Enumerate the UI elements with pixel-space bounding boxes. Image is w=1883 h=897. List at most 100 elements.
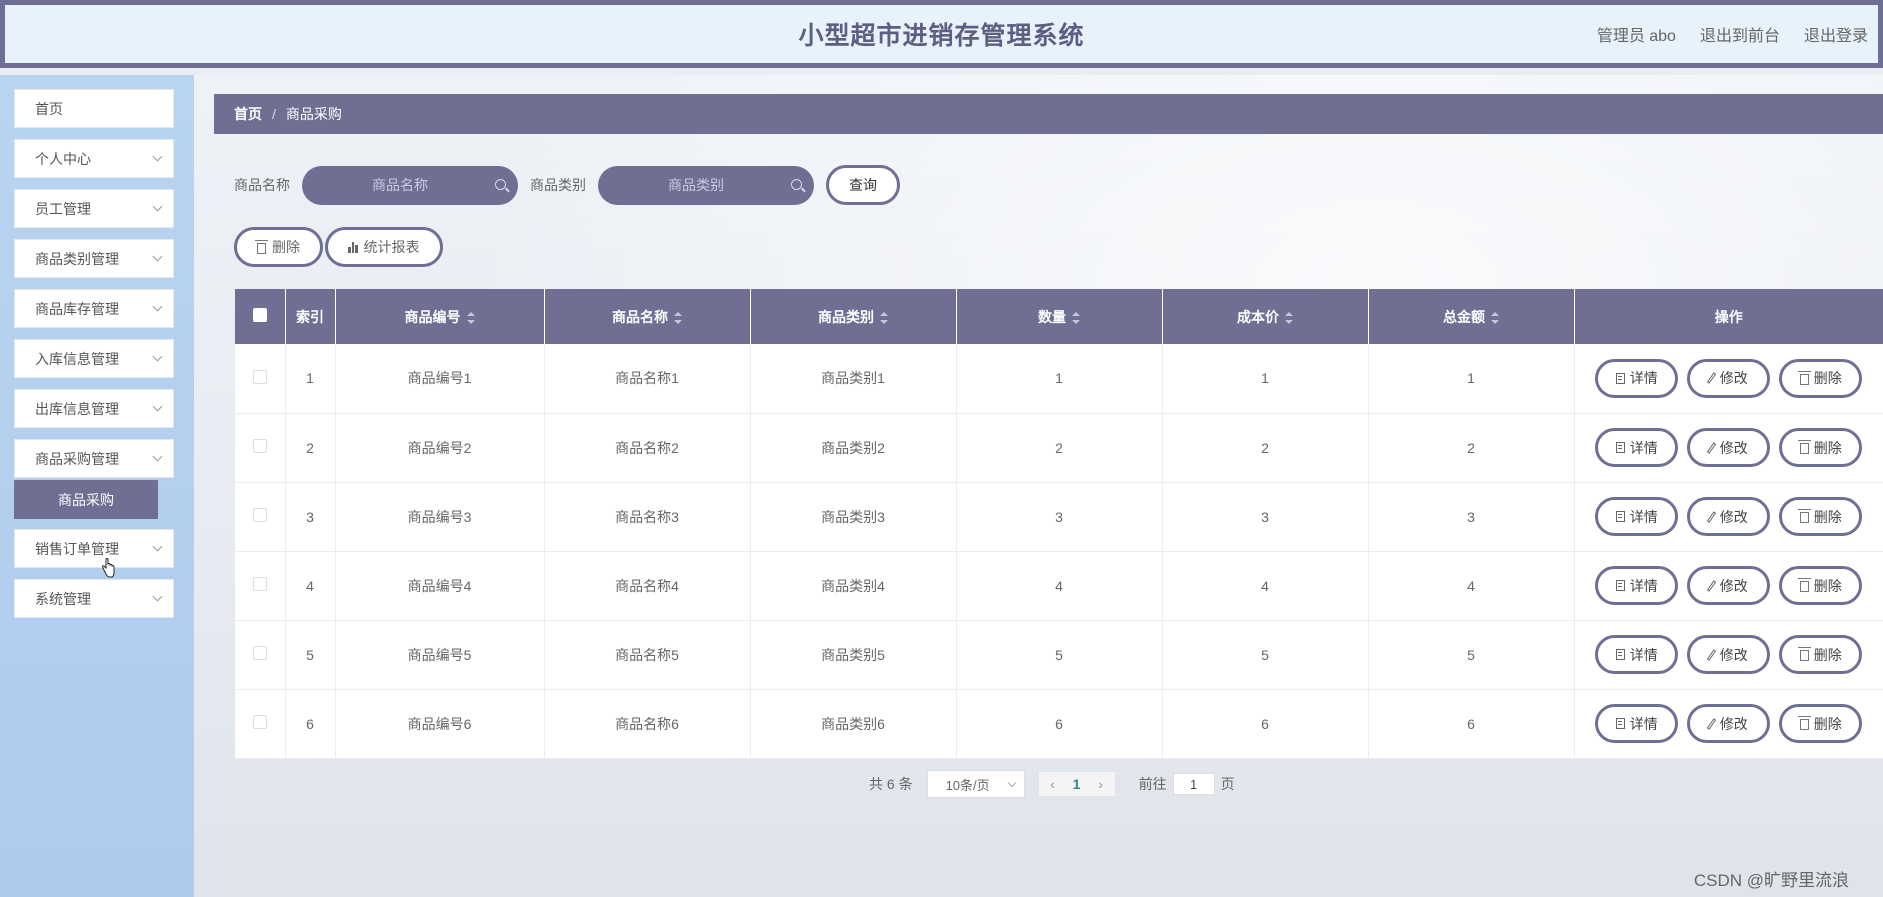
sidebar-item-staff[interactable]: 员工管理	[14, 189, 174, 228]
sidebar-item-purchase[interactable]: 商品采购管理	[14, 439, 174, 478]
trash-icon	[1797, 509, 1811, 523]
sidebar-item-sales-orders[interactable]: 销售订单管理	[14, 529, 174, 568]
column-header-name[interactable]: 商品名称	[544, 289, 751, 344]
delete-button[interactable]: 删除	[1779, 704, 1863, 743]
sort-icon[interactable]	[1072, 311, 1080, 324]
column-header-total[interactable]: 总金额	[1368, 289, 1575, 344]
detail-button[interactable]: 详情	[1595, 635, 1679, 674]
column-header-actions: 操作	[1574, 289, 1883, 344]
column-header-label: 商品名称	[612, 308, 668, 325]
detail-button[interactable]: 详情	[1595, 428, 1679, 467]
edit-label: 修改	[1719, 508, 1748, 525]
sidebar-item-stock-in[interactable]: 入库信息管理	[14, 339, 174, 378]
current-user-label: 管理员 abo	[1596, 28, 1676, 45]
column-header-quantity[interactable]: 数量	[956, 289, 1163, 344]
column-header-code[interactable]: 商品编号	[335, 289, 545, 344]
watermark: CSDN @旷野里流浪	[1693, 871, 1849, 890]
purchase-table: 索引 商品编号 商品名称 商品类别 数量 成本价 总金额 操作 1 商品编号1 …	[235, 289, 1883, 759]
batch-delete-label: 删除	[272, 239, 300, 255]
cell-code: 商品编号5	[335, 620, 545, 690]
sidebar-item-system[interactable]: 系统管理	[14, 579, 174, 618]
row-checkbox[interactable]	[252, 577, 267, 591]
cell-code: 商品编号2	[335, 413, 545, 483]
delete-button[interactable]: 删除	[1779, 497, 1863, 536]
row-checkbox[interactable]	[252, 369, 267, 384]
product-name-input[interactable]	[302, 165, 518, 205]
statistics-report-button[interactable]: 统计报表	[325, 227, 443, 267]
sidebar-item-personal-center[interactable]: 个人中心	[14, 139, 174, 178]
row-checkbox[interactable]	[252, 646, 267, 660]
batch-delete-button[interactable]: 删除	[234, 227, 323, 267]
goto-page-input[interactable]	[1172, 773, 1215, 795]
cell-index: 5	[285, 620, 336, 690]
logout-link[interactable]: 退出登录	[1804, 22, 1868, 46]
table-row: 6 商品编号6 商品名称6 商品类别6 6 6 6 详情 修改 删除	[235, 689, 1883, 759]
cell-actions: 详情 修改 删除	[1574, 620, 1883, 690]
delete-button[interactable]: 删除	[1779, 566, 1863, 605]
edit-button[interactable]: 修改	[1687, 428, 1771, 467]
cell-actions: 详情 修改 删除	[1574, 344, 1883, 414]
sidebar-subitem-purchase[interactable]: 商品采购	[14, 480, 158, 519]
breadcrumb: 首页 / 商品采购	[214, 94, 1883, 134]
select-all-checkbox[interactable]	[252, 308, 267, 322]
detail-button[interactable]: 详情	[1595, 497, 1679, 536]
header-bar: 小型超市进销存管理系统 管理员 abo 退出到前台 退出登录	[5, 5, 1878, 63]
edit-button[interactable]: 修改	[1687, 358, 1771, 398]
next-page-button[interactable]: ›	[1091, 776, 1111, 792]
sort-icon[interactable]	[880, 311, 888, 324]
column-header-category[interactable]: 商品类别	[750, 289, 957, 344]
chevron-down-icon	[152, 151, 163, 162]
edit-icon	[1706, 717, 1716, 730]
edit-button[interactable]: 修改	[1687, 704, 1771, 743]
exit-to-front-link[interactable]: 退出到前台	[1700, 22, 1780, 46]
prev-page-button[interactable]: ‹	[1043, 776, 1063, 792]
hand-cursor-icon	[102, 558, 115, 578]
delete-button[interactable]: 删除	[1779, 428, 1863, 467]
product-category-input[interactable]	[598, 165, 814, 205]
sort-icon[interactable]	[674, 311, 682, 324]
page-size-select[interactable]: 10条/页	[926, 770, 1025, 798]
cell-name: 商品名称1	[544, 344, 751, 414]
chevron-down-icon	[152, 401, 163, 412]
pagination: 共 6 条 10条/页 ‹ 1 › 前往 页	[869, 770, 1235, 798]
edit-button[interactable]: 修改	[1687, 635, 1771, 674]
edit-label: 修改	[1719, 715, 1748, 732]
page-number[interactable]: 1	[1063, 776, 1091, 792]
detail-label: 详情	[1629, 577, 1658, 594]
row-checkbox[interactable]	[252, 715, 267, 729]
sort-icon[interactable]	[1491, 311, 1499, 324]
goto-suffix: 页	[1220, 776, 1235, 792]
pager: ‹ 1 ›	[1038, 772, 1115, 796]
edit-icon	[1706, 441, 1716, 454]
query-button[interactable]: 查询	[826, 165, 900, 205]
chevron-down-icon	[152, 251, 163, 262]
sidebar-item-inventory[interactable]: 商品库存管理	[14, 289, 174, 328]
edit-button[interactable]: 修改	[1687, 497, 1771, 536]
cell-total: 4	[1368, 551, 1575, 621]
edit-button[interactable]: 修改	[1687, 566, 1771, 605]
sidebar-item-product-category[interactable]: 商品类别管理	[14, 239, 174, 278]
sidebar-item-home[interactable]: 首页	[14, 89, 174, 128]
delete-button[interactable]: 删除	[1779, 635, 1863, 674]
detail-button[interactable]: 详情	[1595, 704, 1679, 743]
column-header-cost[interactable]: 成本价	[1162, 289, 1369, 344]
chevron-up-icon	[152, 451, 163, 462]
row-checkbox[interactable]	[252, 439, 267, 453]
cell-name: 商品名称5	[544, 620, 751, 690]
row-checkbox[interactable]	[252, 508, 267, 522]
detail-button[interactable]: 详情	[1595, 358, 1679, 398]
breadcrumb-home[interactable]: 首页	[234, 104, 262, 124]
column-header-label: 商品编号	[404, 308, 461, 325]
cell-category: 商品类别1	[750, 344, 957, 414]
cell-quantity: 3	[956, 482, 1163, 552]
sort-icon[interactable]	[466, 311, 475, 324]
delete-button[interactable]: 删除	[1779, 358, 1863, 398]
search-icon	[791, 178, 802, 190]
breadcrumb-separator: /	[272, 106, 276, 122]
detail-button[interactable]: 详情	[1595, 566, 1679, 605]
sidebar-item-label: 销售订单管理	[35, 540, 119, 557]
sort-icon[interactable]	[1285, 311, 1293, 324]
table-header-row: 索引 商品编号 商品名称 商品类别 数量 成本价 总金额 操作	[235, 289, 1883, 344]
sidebar-item-label: 商品采购管理	[35, 450, 119, 467]
sidebar-item-stock-out[interactable]: 出库信息管理	[14, 389, 174, 428]
